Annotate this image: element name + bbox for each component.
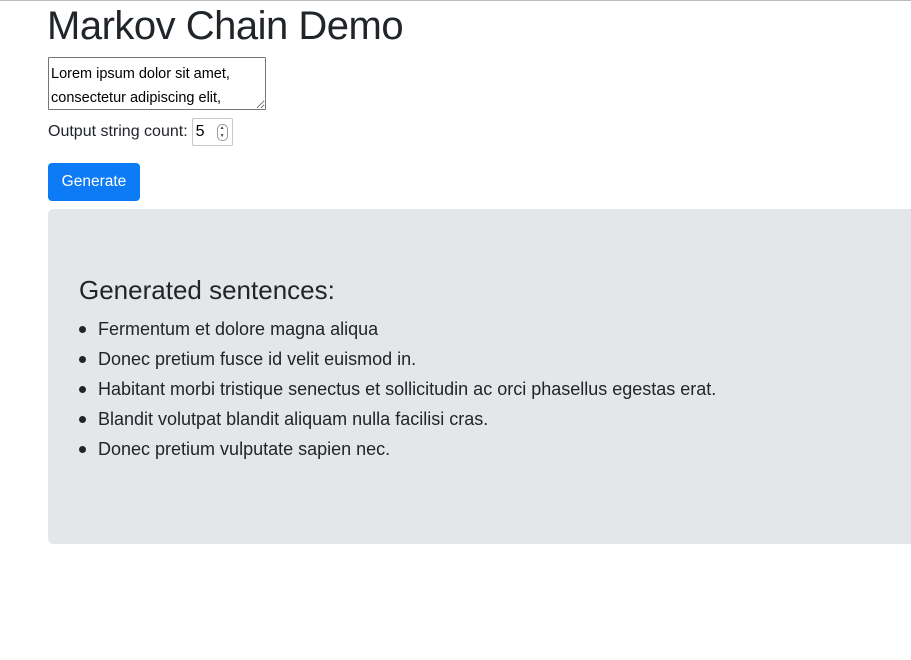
sentence-text: Donec pretium vulputate sapien nec. (98, 439, 391, 459)
list-item: Habitant morbi tristique senectus et sol… (79, 374, 717, 404)
sentence-text: Donec pretium fusce id velit euismod in. (98, 349, 417, 369)
source-text-input[interactable]: Lorem ipsum dolor sit amet, consectetur … (48, 57, 266, 110)
count-row: Output string count: 5 ▲ ▼ (48, 118, 233, 146)
count-number-input[interactable]: 5 ▲ ▼ (191, 118, 233, 146)
spinner-up-icon[interactable]: ▲ (220, 126, 225, 131)
list-item: Blandit volutpat blandit aliquam nulla f… (79, 404, 716, 434)
sentence-text: Blandit volutpat blandit aliquam nulla f… (98, 409, 489, 429)
count-value: 5 (195, 123, 205, 140)
list-item: Donec pretium vulputate sapien nec. (79, 434, 716, 464)
bullet-icon (79, 356, 86, 363)
sentence-list: Fermentum et dolore magna aliqua Donec p… (79, 314, 716, 464)
spinner-arrows-icon[interactable]: ▲ ▼ (216, 124, 228, 141)
spinner-down-icon[interactable]: ▼ (220, 133, 225, 139)
top-border (0, 0, 911, 1)
sentence-text: Fermentum et dolore magna aliqua (98, 319, 379, 339)
generate-button[interactable]: Generate (48, 163, 140, 201)
bullet-icon (79, 416, 86, 423)
bullet-icon (79, 326, 86, 333)
list-item: Donec pretium fusce id velit euismod in. (79, 344, 716, 374)
count-label: Output string count: (48, 123, 188, 140)
bullet-icon (79, 386, 86, 393)
bullet-icon (79, 446, 86, 453)
results-panel: Generated sentences: Fermentum et dolore… (48, 209, 911, 544)
list-item: Fermentum et dolore magna aliqua (79, 314, 716, 344)
page-title: Markov Chain Demo (47, 4, 404, 48)
sentence-text: Habitant morbi tristique senectus et sol… (98, 379, 717, 399)
results-heading: Generated sentences: (79, 275, 335, 305)
